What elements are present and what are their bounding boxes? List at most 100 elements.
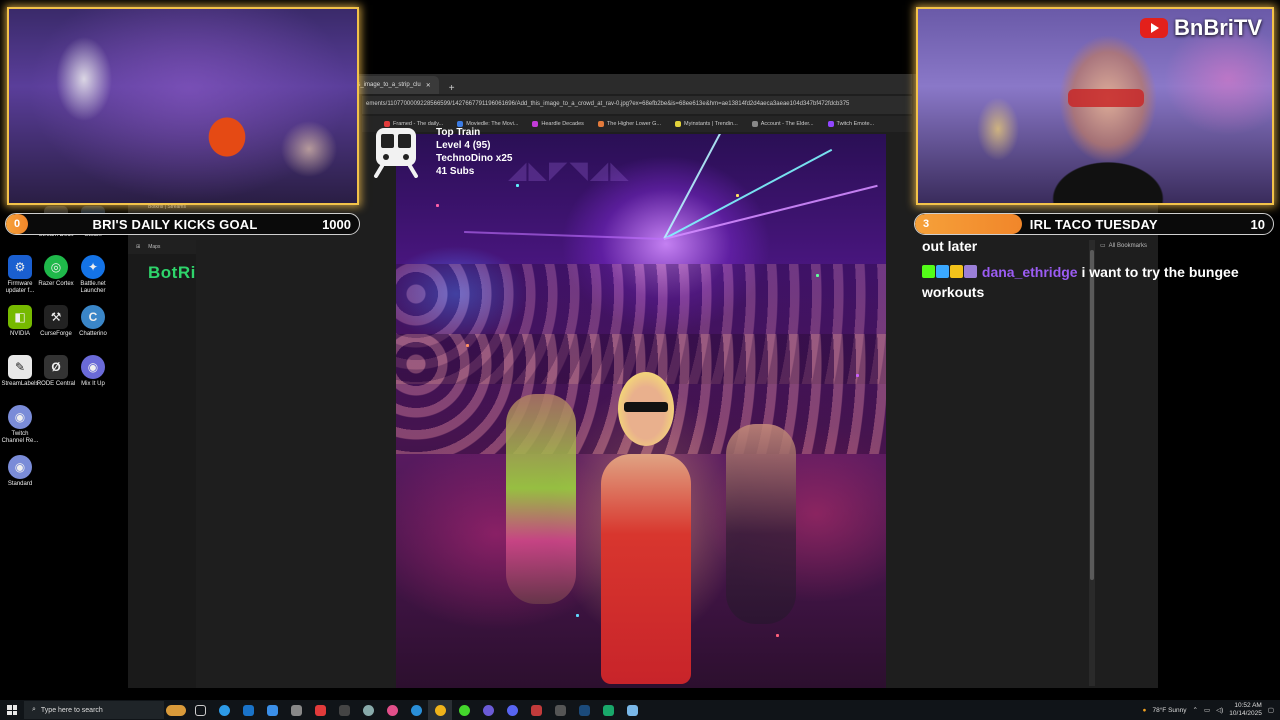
laser-beam: [663, 184, 878, 240]
search-placeholder: Type here to search: [40, 706, 103, 714]
desktop-icon-nvidia[interactable]: ◧ NVIDIA: [0, 305, 40, 338]
stream-app-icon[interactable]: [524, 700, 548, 720]
webcam-right: BnBriTV: [916, 7, 1274, 205]
battlenet-icon: ✦: [81, 255, 105, 279]
firmware-icon: ⚙: [8, 255, 32, 279]
task-view-icon[interactable]: [188, 700, 212, 720]
notifications-icon[interactable]: ▢: [1268, 706, 1274, 714]
desktop-icon-label: CurseForge: [40, 331, 72, 337]
taskbar-food-icon[interactable]: [164, 700, 188, 720]
globe-app-icon[interactable]: [404, 700, 428, 720]
crown-badge-icon: [950, 265, 963, 278]
start-button[interactable]: [0, 700, 24, 720]
desktop-icon-rode-central[interactable]: Ø RODE Central: [36, 355, 76, 388]
confetti: [856, 374, 859, 377]
desktop-icon-label: Chatterino: [79, 331, 107, 337]
maps-bookmark[interactable]: Maps: [148, 244, 160, 250]
kick-badge-icon: [922, 265, 935, 278]
bookmark-item[interactable]: Account - The Elder...: [751, 121, 814, 127]
notepad-icon[interactable]: [620, 700, 644, 720]
bookmark-item[interactable]: Twitch Emote...: [827, 121, 875, 127]
obs-icon[interactable]: [476, 700, 500, 720]
desktop-icon-label: Razer Cortex: [38, 281, 74, 287]
tray-overflow-icon[interactable]: ⌃: [1193, 706, 1198, 714]
mix-it-up-icon: ◉: [81, 355, 105, 379]
chat-overlay: out later dana_ethridge i want to try th…: [922, 236, 1280, 308]
discord-icon[interactable]: [500, 700, 524, 720]
address-bar[interactable]: ements/1107700009228566599/1427667791196…: [362, 96, 912, 114]
chrome-icon[interactable]: [428, 700, 452, 720]
twitch-channel-icon: ◉: [8, 405, 32, 429]
bookmark-label: Heardle Decades: [541, 121, 584, 127]
goal-target: 10: [1250, 216, 1265, 232]
steam-app-icon[interactable]: [572, 700, 596, 720]
chat-text: out later: [922, 238, 978, 254]
confetti: [516, 184, 519, 187]
bookmark-label: Twitch Emote...: [836, 121, 875, 127]
desktop-icon-chatterino[interactable]: C Chatterino: [73, 305, 113, 338]
network-icon[interactable]: ▭: [1204, 706, 1210, 714]
goal-count: 0: [13, 218, 21, 230]
apps-grid-icon[interactable]: ⊞: [136, 244, 140, 250]
brave-icon[interactable]: [380, 700, 404, 720]
close-icon[interactable]: ✕: [426, 82, 431, 89]
bookmark-item[interactable]: Myinstants | Trendin...: [675, 121, 738, 127]
chat-message: dana_ethridge i want to try the bungee w…: [922, 262, 1280, 302]
razer-icon[interactable]: [452, 700, 476, 720]
desktop-icon-label: Battle.net Launcher: [80, 281, 106, 294]
edge-icon[interactable]: [212, 700, 236, 720]
desktop-icon-mix-it-up[interactable]: ◉ Mix It Up: [73, 355, 113, 388]
clock-time: 10:52 AM: [1234, 702, 1262, 709]
search-icon: ⌕: [32, 706, 36, 713]
xbox-icon[interactable]: [596, 700, 620, 720]
bookmark-icon: [597, 121, 604, 127]
confetti: [776, 634, 779, 637]
youtube-icon: [1140, 18, 1168, 38]
curseforge-icon: ⚒: [44, 305, 68, 329]
side-panel-toolbar: ⊞ Maps: [128, 240, 196, 254]
chat-username[interactable]: dana_ethridge: [982, 264, 1078, 280]
taskbar-search[interactable]: ⌕ Type here to search: [24, 701, 164, 719]
displayed-image: ◢◣◤◥◢◣: [396, 134, 886, 688]
files-icon[interactable]: [284, 700, 308, 720]
taco-goal-bar: 3 IRL TACO TUESDAY 10: [914, 213, 1274, 235]
confetti: [436, 204, 439, 207]
media-app-icon[interactable]: [548, 700, 572, 720]
razer-cortex-icon: ◎: [44, 255, 68, 279]
record-app-icon[interactable]: [308, 700, 332, 720]
bookmark-item[interactable]: The Higher Lower G...: [597, 121, 661, 127]
desktop-icon-razer-cortex[interactable]: ◎ Razer Cortex: [36, 255, 76, 288]
dancer-figure: [506, 394, 576, 604]
train-icon: [374, 128, 418, 178]
laser-beam: [464, 231, 665, 240]
bookmark-item[interactable]: Heardle Decades: [532, 121, 584, 127]
confetti: [736, 194, 739, 197]
goal-target: 1000: [322, 216, 351, 232]
weather-text[interactable]: 78°F Sunny: [1152, 707, 1186, 714]
kicks-goal-bar: 0 BRI'S DAILY KICKS GOAL 1000: [5, 213, 360, 235]
desktop-icon-label: RODE Central: [36, 381, 76, 387]
nvidia-icon: ◧: [8, 305, 32, 329]
desktop-icon-standard[interactable]: ◉ Standard: [0, 455, 40, 488]
desktop-icon-firmware[interactable]: ⚙ Firmware updater f...: [0, 255, 40, 295]
confetti: [816, 274, 819, 277]
desktop-icon-curseforge[interactable]: ⚒ CurseForge: [36, 305, 76, 338]
volume-icon[interactable]: ◁): [1216, 706, 1223, 714]
bookmark-icon: [751, 121, 758, 127]
steam-taskbar-icon[interactable]: [356, 700, 380, 720]
arrow-app-icon[interactable]: [260, 700, 284, 720]
desktop-icon-label: Twitch Channel Re...: [1, 431, 39, 444]
emote-badge-icon: [964, 265, 977, 278]
desktop-icon-twitch-channel[interactable]: ◉ Twitch Channel Re...: [0, 405, 40, 445]
train-title: Top Train: [436, 127, 481, 138]
bookmark-icon: [532, 121, 539, 127]
top-train-widget: Top Train Level 4 (95) TechnoDino x25 41…: [372, 122, 532, 182]
new-tab-button[interactable]: +: [441, 83, 463, 94]
browser-side-panel: [128, 240, 196, 688]
clock[interactable]: 10:52 AM 10/14/2025: [1229, 702, 1262, 718]
desktop-icon-battlenet[interactable]: ✦ Battle.net Launcher: [73, 255, 113, 295]
desktop-icon-streamlabels[interactable]: ✎ StreamLabels: [0, 355, 40, 388]
terminal-icon[interactable]: [332, 700, 356, 720]
windows-icon: [7, 705, 17, 715]
outlook-icon[interactable]: [236, 700, 260, 720]
